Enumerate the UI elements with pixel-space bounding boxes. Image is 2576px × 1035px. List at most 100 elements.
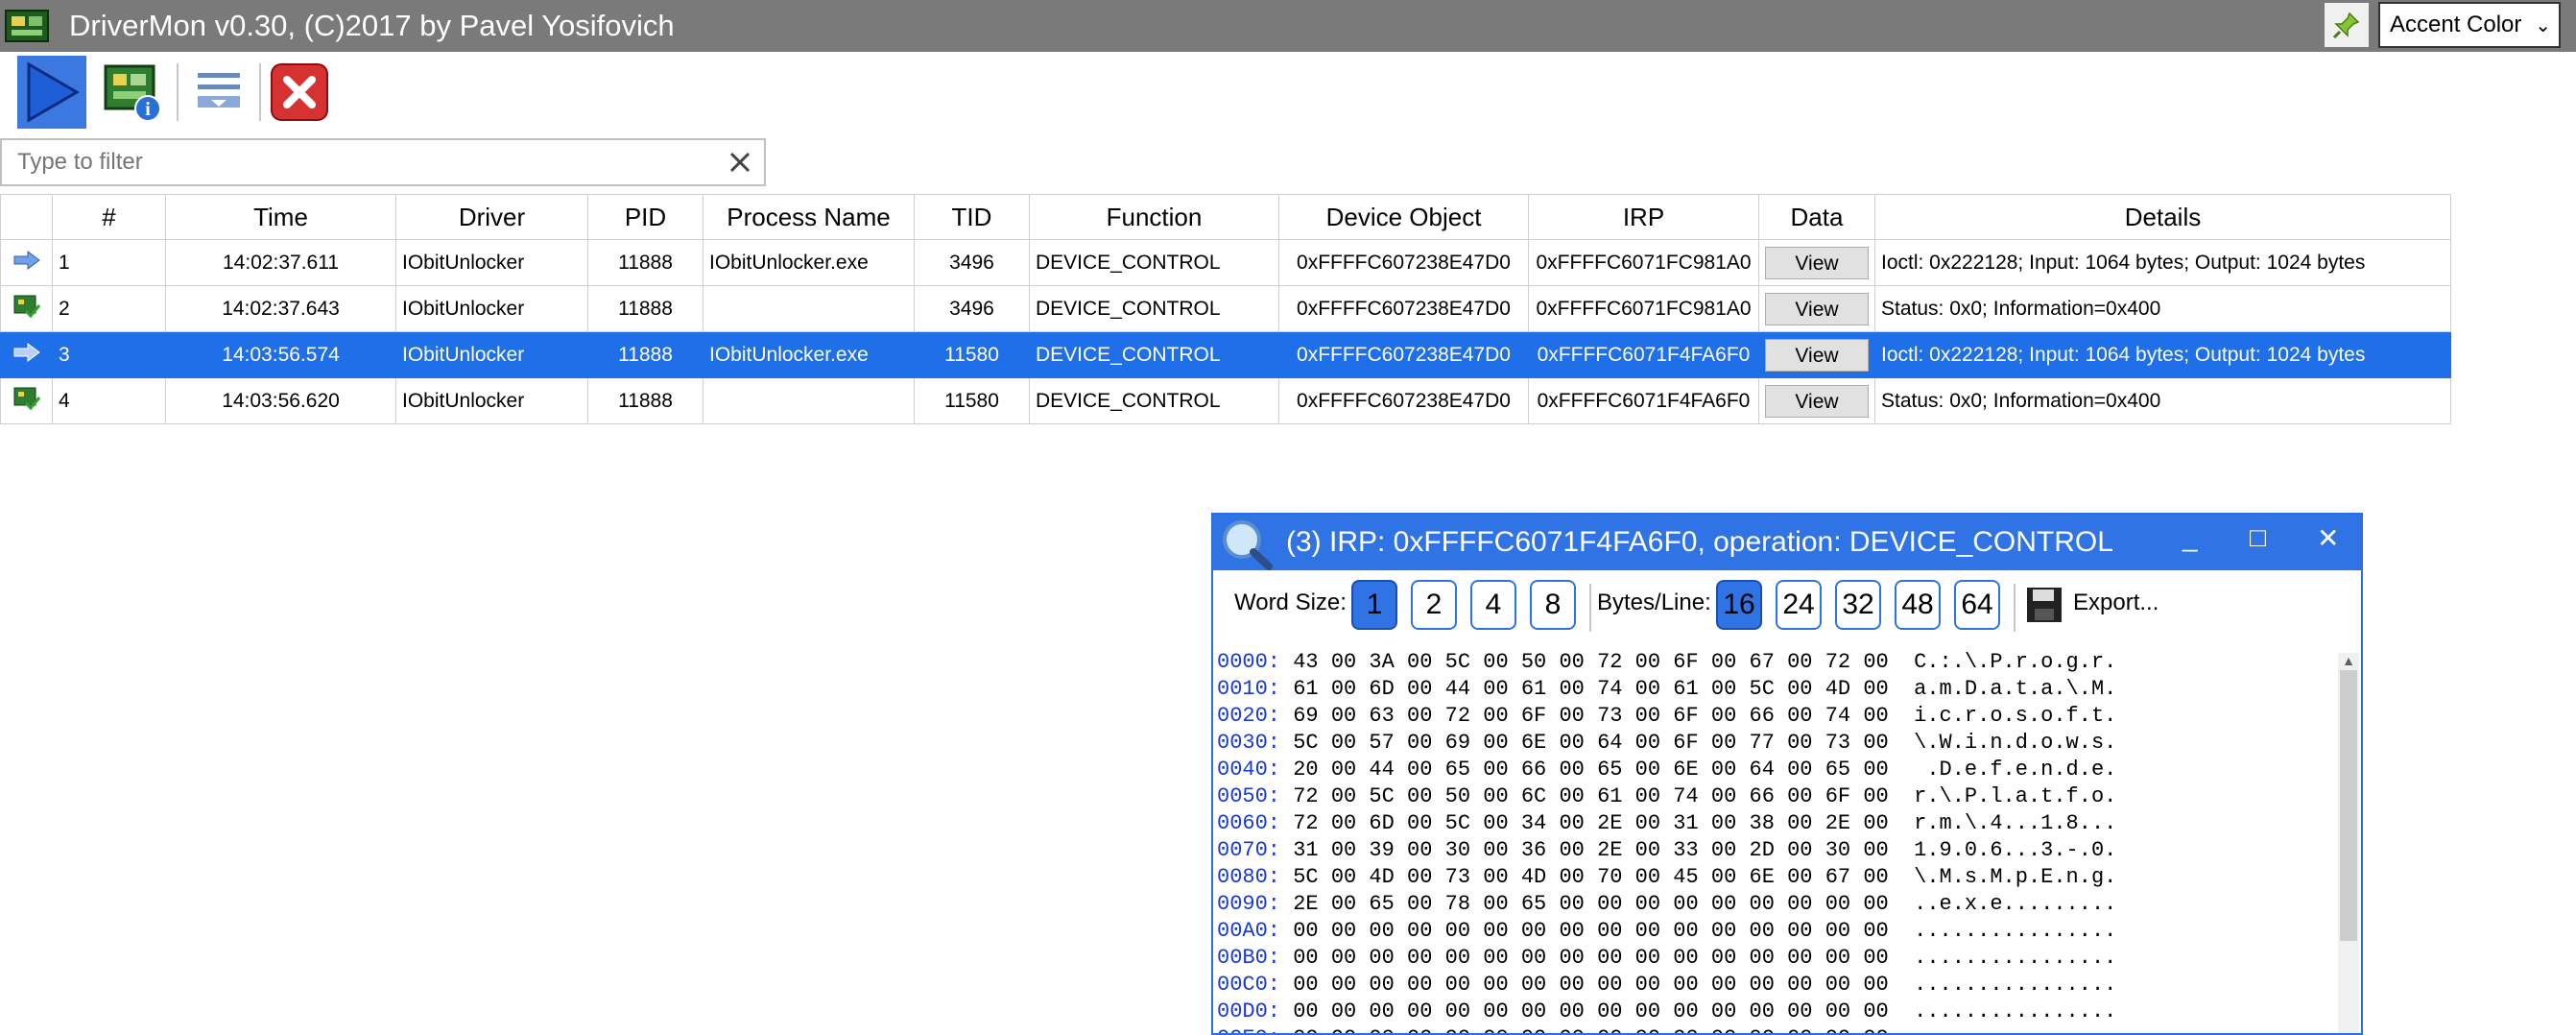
hex-row: 0040: 20 00 44 00 65 00 66 00 65 00 6E 0…	[1217, 757, 2302, 783]
cell-function: DEVICE_CONTROL	[1029, 377, 1279, 424]
cell-time: 14:03:56.574	[165, 331, 396, 378]
column-header-time[interactable]: Time	[165, 194, 396, 240]
column-header-device-object[interactable]: Device Object	[1278, 194, 1529, 240]
hex-ascii: ................	[1888, 919, 2117, 943]
word-size-8-button[interactable]: 8	[1530, 580, 1576, 630]
word-size-2-button[interactable]: 2	[1411, 580, 1457, 630]
hex-address: 00B0:	[1217, 946, 1281, 970]
hex-view[interactable]: 0000: 43 00 3A 00 5C 00 50 00 72 00 6F 0…	[1217, 649, 2302, 1033]
hex-ascii: ................	[1889, 1026, 2116, 1033]
scroll-thumb[interactable]	[2340, 670, 2357, 941]
cell-process-name	[703, 377, 915, 424]
clear-filter-icon[interactable]	[726, 148, 754, 181]
pin-button[interactable]	[2325, 3, 2369, 47]
cell-function: DEVICE_CONTROL	[1029, 285, 1279, 332]
hex-address: 00A0:	[1217, 919, 1281, 943]
bytes-64-button[interactable]: 64	[1954, 580, 2000, 630]
table-row[interactable]: 2 14:02:37.643 IObitUnlocker 11888 3496 …	[0, 285, 2451, 332]
hex-bytes: 20 00 44 00 65 00 66 00 65 00 6E 00 64 0…	[1280, 758, 1889, 782]
table-row[interactable]: 4 14:03:56.620 IObitUnlocker 11888 11580…	[0, 377, 2451, 424]
hex-bytes: 72 00 6D 00 5C 00 34 00 2E 00 31 00 38 0…	[1280, 811, 1889, 835]
column-header-details[interactable]: Details	[1874, 194, 2451, 240]
cell-irp: 0xFFFFC6071F4FA6F0	[1528, 331, 1759, 378]
bytes-48-button[interactable]: 48	[1895, 580, 1941, 630]
hex-row: 0080: 5C 00 4D 00 73 00 4D 00 70 00 45 0…	[1217, 864, 2302, 891]
accent-color-select[interactable]: Accent Color ⌄	[2378, 2, 2561, 48]
filter-box	[0, 138, 766, 186]
column-header-number[interactable]: #	[52, 194, 166, 240]
view-data-button[interactable]: View	[1765, 292, 1869, 325]
cell-data: View	[1758, 331, 1875, 378]
view-data-button[interactable]: View	[1765, 384, 1869, 418]
table-row[interactable]: 1 14:02:37.611 IObitUnlocker 11888 IObit…	[0, 239, 2451, 286]
hex-row: 00E0: 00 00 00 00 00 00 00 00 00 00 00 0…	[1217, 1025, 2302, 1033]
hex-bytes: 00 00 00 00 00 00 00 00 00 00 00 00 00 0…	[1280, 973, 1889, 997]
dialog-title-bar[interactable]: (3) IRP: 0xFFFFC6071F4FA6F0, operation: …	[1213, 515, 2361, 570]
view-data-button[interactable]: View	[1765, 246, 1869, 279]
save-icon[interactable]	[2025, 586, 2063, 629]
hex-ascii: C.:.\.P.r.o.g.r.	[1888, 650, 2117, 674]
column-header-function[interactable]: Function	[1029, 194, 1279, 240]
table-row-selected[interactable]: 3 14:03:56.574 IObitUnlocker 11888 IObit…	[0, 331, 2451, 378]
pin-icon	[2332, 12, 2360, 39]
cell-device-object: 0xFFFFC607238E47D0	[1278, 285, 1529, 332]
cell-details: Ioctl: 0x222128; Input: 1064 bytes; Outp…	[1874, 239, 2451, 286]
hex-row: 0000: 43 00 3A 00 5C 00 50 00 72 00 6F 0…	[1217, 649, 2302, 676]
maximize-button[interactable]: □	[2250, 522, 2266, 553]
hex-ascii: 1.9.0.6...3.-.0.	[1888, 838, 2117, 862]
column-header-process-name[interactable]: Process Name	[703, 194, 915, 240]
hex-row: 0050: 72 00 5C 00 50 00 6C 00 61 00 74 0…	[1217, 783, 2302, 810]
driver-info-button[interactable]: i	[98, 56, 167, 129]
column-header-data[interactable]: Data	[1758, 194, 1875, 240]
start-capture-button[interactable]	[17, 56, 86, 129]
cell-device-object: 0xFFFFC607238E47D0	[1278, 377, 1529, 424]
clear-log-button[interactable]	[265, 56, 334, 129]
cell-process-name: IObitUnlocker.exe	[703, 331, 915, 378]
hex-row: 0020: 69 00 63 00 72 00 6F 00 73 00 6F 0…	[1217, 703, 2302, 730]
bytes-24-button[interactable]: 24	[1776, 580, 1822, 630]
cell-pid: 11888	[587, 331, 704, 378]
cell-function: DEVICE_CONTROL	[1029, 331, 1279, 378]
bytes-32-button[interactable]: 32	[1835, 580, 1881, 630]
cell-details: Ioctl: 0x222128; Input: 1064 bytes; Outp…	[1874, 331, 2451, 378]
cell-driver: IObitUnlocker	[395, 285, 588, 332]
driver-info-icon: i	[104, 64, 161, 122]
column-header-irp[interactable]: IRP	[1528, 194, 1759, 240]
hex-address: 0090:	[1217, 892, 1281, 916]
close-button[interactable]: ✕	[2317, 522, 2339, 554]
chevron-down-icon: ⌄	[2535, 15, 2551, 36]
svg-text:i: i	[145, 99, 151, 120]
column-header-driver[interactable]: Driver	[395, 194, 588, 240]
hex-bytes: 00 00 00 00 00 00 00 00 00 00 00 00 00 0…	[1280, 1026, 1889, 1033]
export-button[interactable]: Export...	[2073, 590, 2159, 616]
bytes-16-button[interactable]: 16	[1716, 580, 1762, 630]
cell-number: 3	[52, 331, 166, 378]
word-size-4-button[interactable]: 4	[1470, 580, 1516, 630]
autoscroll-button[interactable]	[184, 56, 253, 129]
cell-process-name	[703, 285, 915, 332]
word-size-1-button[interactable]: 1	[1351, 580, 1397, 630]
cell-irp: 0xFFFFC6071FC981A0	[1528, 285, 1759, 332]
hex-row: 0010: 61 00 6D 00 44 00 61 00 74 00 61 0…	[1217, 676, 2302, 703]
request-arrow-icon	[0, 239, 53, 286]
column-header-icon	[0, 194, 53, 240]
hex-address: 0000:	[1217, 650, 1281, 674]
cell-pid: 11888	[587, 239, 704, 286]
completion-icon	[0, 285, 53, 332]
view-data-button[interactable]: View	[1765, 338, 1869, 372]
scroll-up-arrow-icon[interactable]: ▲	[2340, 653, 2357, 668]
cell-function: DEVICE_CONTROL	[1029, 239, 1279, 286]
hex-row: 0030: 5C 00 57 00 69 00 6E 00 64 00 6F 0…	[1217, 730, 2302, 757]
hex-scrollbar[interactable]: ▲	[2338, 653, 2359, 1033]
accent-color-label: Accent Color	[2390, 12, 2522, 37]
filter-input[interactable]	[15, 140, 691, 184]
toolbar: i	[0, 52, 2576, 134]
column-header-tid[interactable]: TID	[914, 194, 1030, 240]
minimize-button[interactable]: _	[2182, 522, 2198, 553]
column-header-pid[interactable]: PID	[587, 194, 704, 240]
hex-address: 0050:	[1217, 784, 1281, 808]
cell-device-object: 0xFFFFC607238E47D0	[1278, 239, 1529, 286]
toolbar-separator	[177, 63, 179, 121]
request-arrow-icon	[0, 331, 53, 378]
hex-bytes: 61 00 6D 00 44 00 61 00 74 00 61 00 5C 0…	[1280, 677, 1889, 701]
